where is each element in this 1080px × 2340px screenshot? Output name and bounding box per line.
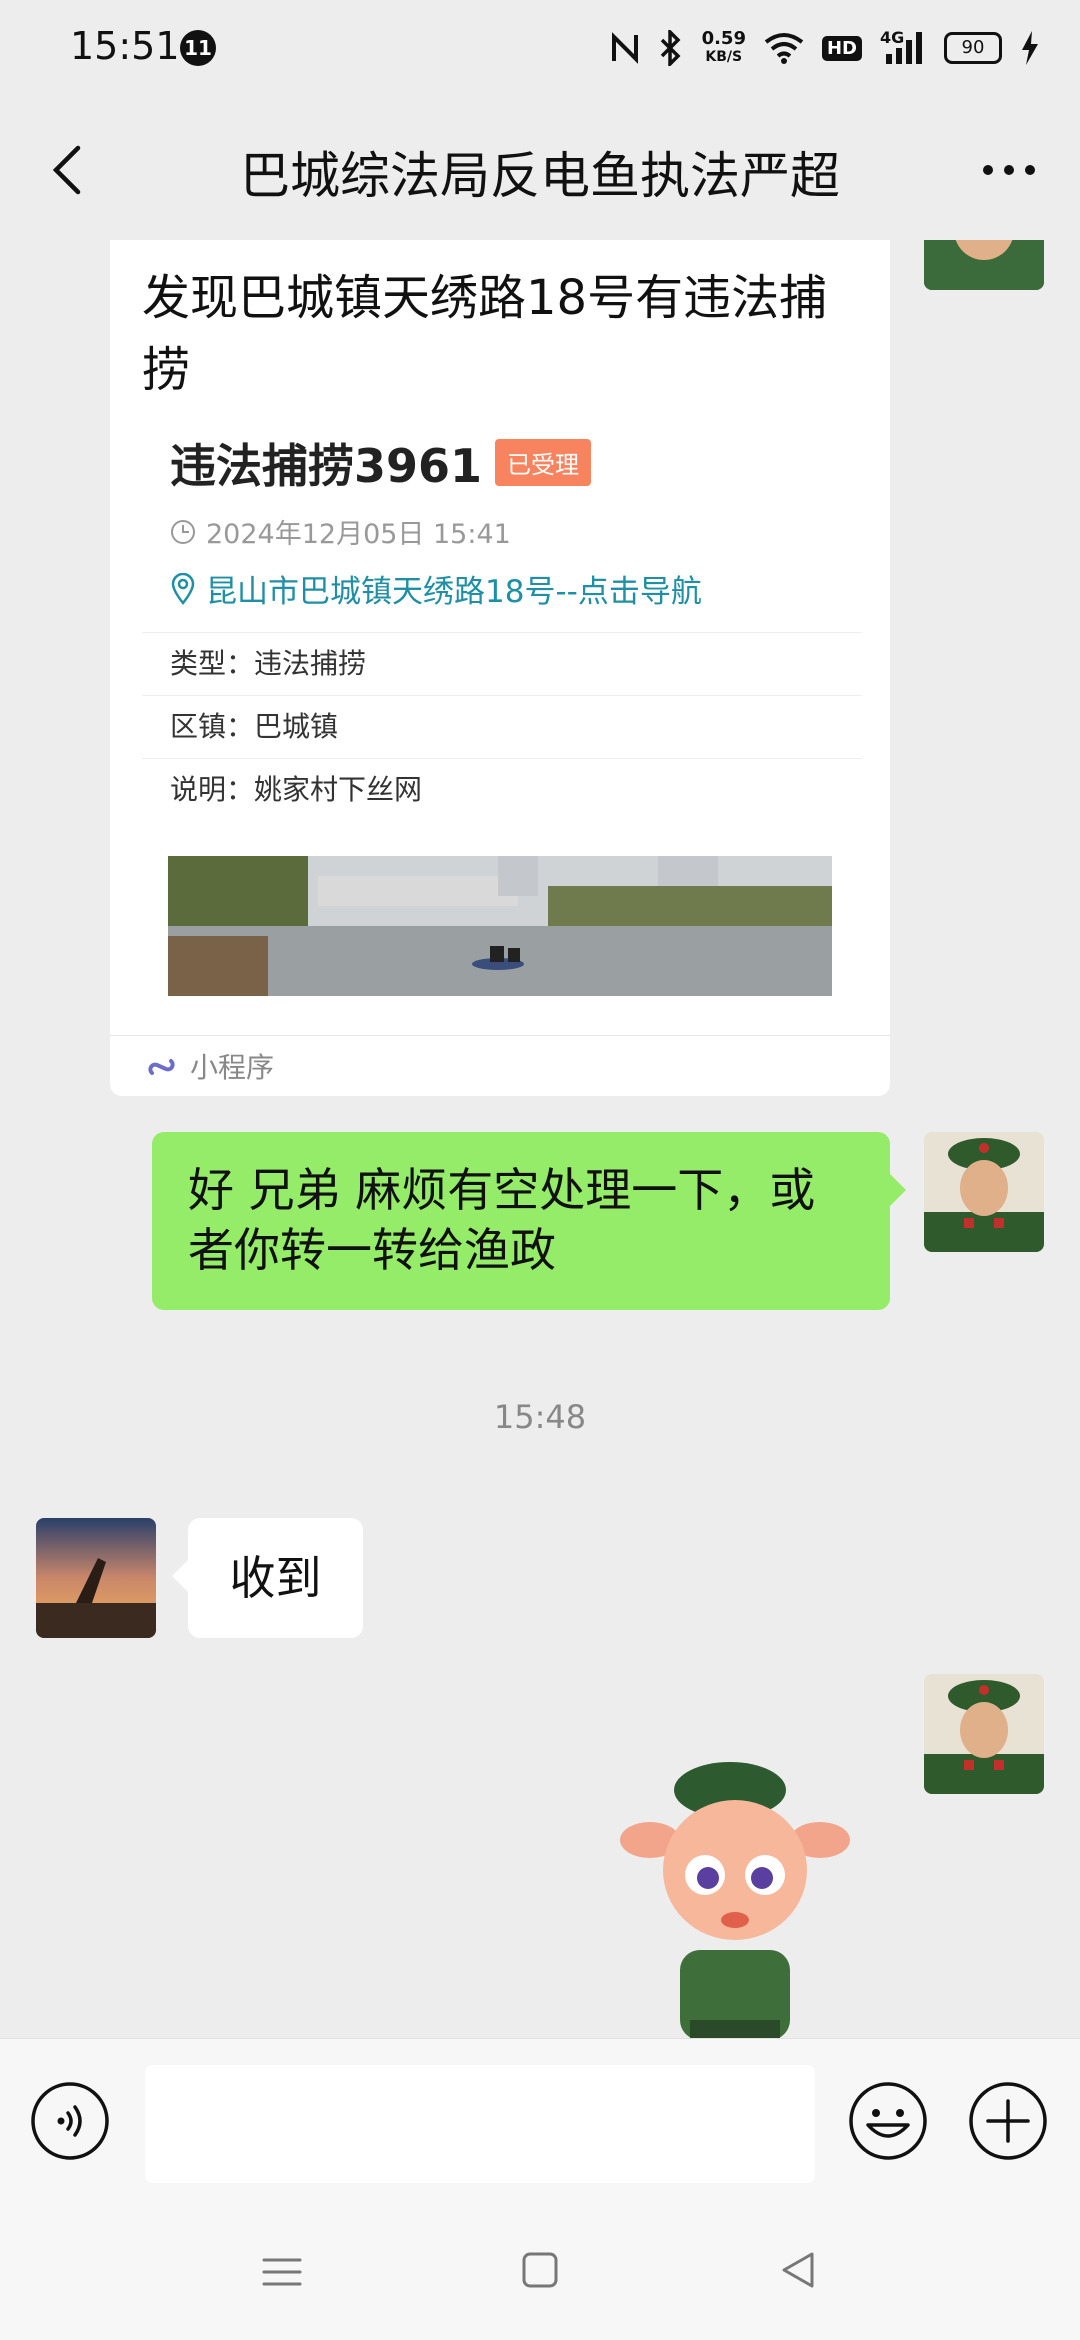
message-input[interactable]: [145, 2065, 815, 2183]
case-title: 违法捕捞3961: [170, 439, 483, 493]
district-value: 巴城镇: [254, 710, 339, 743]
charging-icon: [1022, 31, 1038, 65]
hd-icon: HD: [821, 35, 862, 61]
received-message-bubble[interactable]: 收到: [172, 1518, 363, 1638]
case-time: 2024年12月05日 15:41: [170, 512, 511, 551]
district-label: 区镇：: [170, 710, 255, 743]
chat-title: 巴城综法局反电鱼执法严超: [240, 147, 840, 205]
case-photo[interactable]: [168, 856, 832, 996]
chat-area[interactable]: 发现巴城镇天绣路18号有违法捕捞 违法捕捞3961 已受理 2024年12月05…: [0, 240, 1080, 2038]
battery-icon: 90: [944, 32, 1002, 64]
mini-program-icon: [148, 1059, 175, 1075]
chat-timestamp: 15:48: [493, 1398, 587, 1436]
contact-avatar[interactable]: [36, 1518, 156, 1638]
net-speed-unit: KB/S: [705, 49, 743, 65]
home-icon[interactable]: [520, 2250, 560, 2290]
system-nav-bar: [0, 2208, 1080, 2340]
case-time-text: 2024年12月05日 15:41: [206, 519, 511, 550]
card-footer: 小程序: [110, 1035, 890, 1096]
case-type-label: 类型：违法捕捞: [142, 633, 366, 695]
input-bar: [0, 2038, 1080, 2209]
more-options-button[interactable]: [974, 140, 1044, 200]
status-badge: 已受理: [495, 439, 591, 486]
voice-input-button[interactable]: [30, 2081, 110, 2161]
case-note-row: 说明：姚家村下丝网: [142, 758, 862, 821]
mini-program-label: 小程序: [190, 1051, 275, 1084]
sticker-image[interactable]: [620, 1760, 860, 2038]
case-note-label: 说明：姚家村下丝网: [142, 759, 422, 821]
battery-level: 90: [961, 37, 985, 58]
note-value: 姚家村下丝网: [254, 773, 423, 806]
net-speed-value: 0.59: [701, 28, 746, 49]
nfc-icon: [611, 32, 638, 64]
type-label: 类型：: [170, 647, 255, 680]
status-icons: 0.59 KB/S HD 4G 90: [610, 24, 1040, 72]
avatar[interactable]: [924, 240, 1044, 290]
notification-badge: 11: [180, 30, 216, 66]
status-time: 15:51: [70, 24, 180, 68]
status-bar: 15:51 11 0.59 KB/S HD 4G 90: [0, 0, 1080, 96]
wifi-icon: [764, 33, 804, 64]
more-functions-button[interactable]: [968, 2081, 1048, 2161]
signal-icon: 4G: [880, 28, 926, 66]
bluetooth-icon: [660, 30, 681, 66]
case-location[interactable]: 昆山市巴城镇天绣路18号--点击导航: [170, 566, 702, 611]
my-avatar[interactable]: [924, 1132, 1044, 1252]
location-pin-icon: [171, 572, 195, 605]
emoji-button[interactable]: [848, 2081, 928, 2161]
clock-icon: [171, 519, 195, 544]
card-title: 发现巴城镇天绣路18号有违法捕捞: [142, 270, 828, 398]
my-avatar[interactable]: [924, 1674, 1044, 1794]
case-location-text[interactable]: 昆山市巴城镇天绣路18号--点击导航: [206, 566, 702, 611]
chat-header: 巴城综法局反电鱼执法严超: [0, 110, 1080, 230]
mini-program-card[interactable]: 发现巴城镇天绣路18号有违法捕捞 违法捕捞3961 已受理 2024年12月05…: [110, 240, 890, 1096]
type-value: 违法捕捞: [254, 647, 367, 680]
nav-back-icon[interactable]: [778, 2250, 818, 2290]
recent-apps-icon[interactable]: [262, 2252, 302, 2292]
case-type-row: 类型：违法捕捞: [142, 632, 862, 695]
sent-message-bubble[interactable]: 好 兄弟 麻烦有空处理一下，或者你转一转给渔政: [152, 1132, 906, 1310]
note-label: 说明：: [170, 773, 255, 806]
network-speed: 0.59 KB/S: [702, 30, 746, 66]
case-district-row: 区镇：巴城镇: [142, 695, 862, 758]
case-district-label: 区镇：巴城镇: [142, 696, 338, 758]
